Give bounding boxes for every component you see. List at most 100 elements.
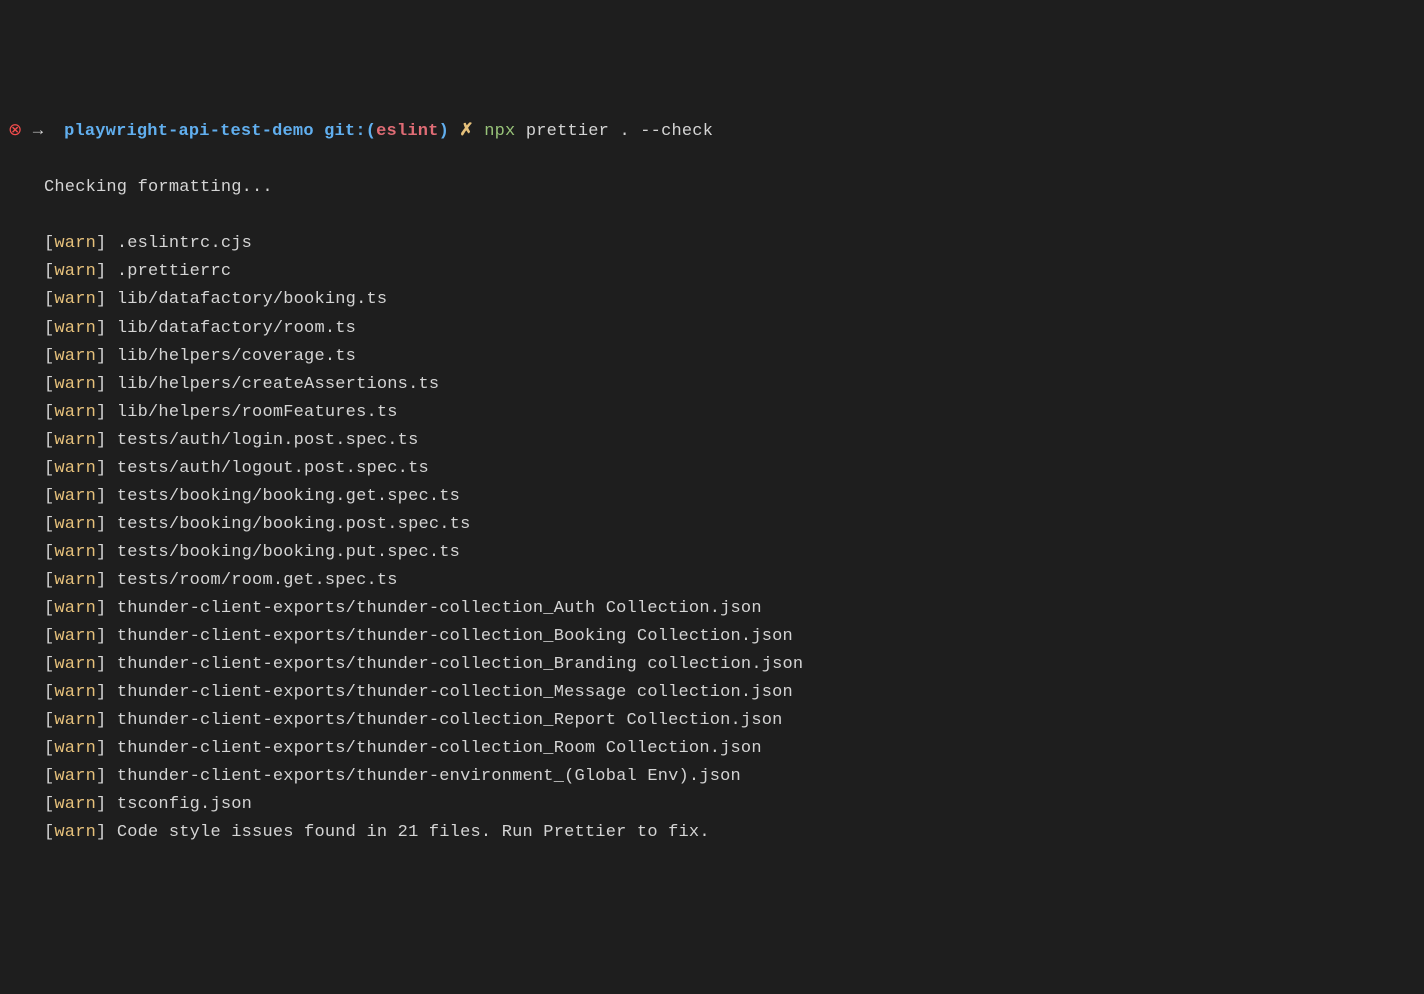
bracket-open: [	[44, 767, 54, 786]
warn-line: [warn] tests/auth/logout.post.spec.ts	[8, 455, 1416, 483]
bracket-open: [	[44, 487, 54, 506]
warn-file: .prettierrc	[117, 262, 231, 281]
warn-tag: warn	[54, 683, 96, 702]
warn-tag: warn	[54, 627, 96, 646]
warn-tag: warn	[54, 319, 96, 338]
warn-file: lib/datafactory/booking.ts	[117, 290, 387, 309]
bracket-close: ]	[96, 795, 117, 814]
bracket-open: [	[44, 711, 54, 730]
bracket-close: ]	[96, 319, 117, 338]
warnings-list: [warn] .eslintrc.cjs[warn] .prettierrc[w…	[8, 230, 1416, 847]
warn-line: [warn] thunder-client-exports/thunder-co…	[8, 679, 1416, 707]
bracket-close: ]	[96, 487, 117, 506]
warn-file: lib/helpers/createAssertions.ts	[117, 375, 439, 394]
warn-line: [warn] thunder-client-exports/thunder-co…	[8, 623, 1416, 651]
warn-file: thunder-client-exports/thunder-environme…	[117, 767, 741, 786]
bracket-open: [	[44, 347, 54, 366]
bracket-close: ]	[96, 431, 117, 450]
bracket-close: ]	[96, 262, 117, 281]
warn-tag: warn	[54, 739, 96, 758]
bracket-open: [	[44, 823, 54, 842]
bracket-close: ]	[96, 403, 117, 422]
bracket-close: ]	[96, 627, 117, 646]
warn-line: [warn] tsconfig.json	[8, 791, 1416, 819]
warn-file: lib/helpers/coverage.ts	[117, 347, 356, 366]
bracket-open: [	[44, 375, 54, 394]
warn-tag: warn	[54, 262, 96, 281]
bracket-close: ]	[96, 375, 117, 394]
bracket-open: [	[44, 683, 54, 702]
warn-tag: warn	[54, 431, 96, 450]
command-npx: npx	[484, 122, 515, 141]
bracket-close: ]	[96, 515, 117, 534]
bracket-close: ]	[96, 767, 117, 786]
warn-tag: warn	[54, 234, 96, 253]
command-args: prettier . --check	[526, 122, 713, 141]
warn-line: [warn] lib/helpers/roomFeatures.ts	[8, 399, 1416, 427]
bracket-close: ]	[96, 571, 117, 590]
warn-tag: warn	[54, 599, 96, 618]
warn-line: [warn] tests/booking/booking.put.spec.ts	[8, 539, 1416, 567]
warn-line: [warn] lib/helpers/coverage.ts	[8, 343, 1416, 371]
warn-tag: warn	[54, 711, 96, 730]
status-error-icon: ⊗	[8, 122, 22, 141]
bracket-close: ]	[96, 739, 117, 758]
warn-file: thunder-client-exports/thunder-collectio…	[117, 739, 762, 758]
warn-line: [warn] tests/auth/login.post.spec.ts	[8, 427, 1416, 455]
warn-file: thunder-client-exports/thunder-collectio…	[117, 711, 783, 730]
bracket-open: [	[44, 627, 54, 646]
warn-line: [warn] .prettierrc	[8, 258, 1416, 286]
warn-tag: warn	[54, 375, 96, 394]
warn-file: tests/room/room.get.spec.ts	[117, 571, 398, 590]
bracket-close: ]	[96, 599, 117, 618]
bracket-close: ]	[96, 655, 117, 674]
bracket-open: [	[44, 431, 54, 450]
warn-line: [warn] lib/datafactory/booking.ts	[8, 286, 1416, 314]
warn-line: [warn] tests/room/room.get.spec.ts	[8, 567, 1416, 595]
bracket-open: [	[44, 515, 54, 534]
bracket-open: [	[44, 234, 54, 253]
warn-file: thunder-client-exports/thunder-collectio…	[117, 627, 793, 646]
bracket-open: [	[44, 571, 54, 590]
warn-file: tests/booking/booking.get.spec.ts	[117, 487, 460, 506]
prompt-line[interactable]: ⊗ → playwright-api-test-demo git:(eslint…	[8, 118, 1416, 146]
warn-file: tests/auth/logout.post.spec.ts	[117, 459, 429, 478]
warn-tag: warn	[54, 571, 96, 590]
bracket-open: [	[44, 739, 54, 758]
git-branch: eslint	[376, 122, 438, 141]
warn-file: thunder-client-exports/thunder-collectio…	[117, 599, 762, 618]
checking-text: Checking formatting...	[8, 178, 273, 197]
warn-line: [warn] lib/datafactory/room.ts	[8, 315, 1416, 343]
warn-file: lib/helpers/roomFeatures.ts	[117, 403, 398, 422]
warn-tag: warn	[54, 823, 96, 842]
warn-tag: warn	[54, 767, 96, 786]
warn-line: [warn] thunder-client-exports/thunder-co…	[8, 595, 1416, 623]
bracket-open: [	[44, 543, 54, 562]
prompt-arrow-icon: →	[33, 122, 43, 141]
git-label: git:	[324, 122, 366, 141]
dirty-symbol-icon: ✗	[459, 122, 473, 141]
warn-tag: warn	[54, 347, 96, 366]
git-paren-close: )	[439, 122, 449, 141]
bracket-open: [	[44, 655, 54, 674]
warn-file: tests/auth/login.post.spec.ts	[117, 431, 419, 450]
warn-line: [warn] .eslintrc.cjs	[8, 230, 1416, 258]
warn-line: [warn] lib/helpers/createAssertions.ts	[8, 371, 1416, 399]
warn-line: [warn] tests/booking/booking.get.spec.ts	[8, 483, 1416, 511]
bracket-close: ]	[96, 711, 117, 730]
warn-file: tests/booking/booking.put.spec.ts	[117, 543, 460, 562]
bracket-open: [	[44, 795, 54, 814]
warn-tag: warn	[54, 515, 96, 534]
warn-file: thunder-client-exports/thunder-collectio…	[117, 655, 804, 674]
bracket-close: ]	[96, 823, 117, 842]
warn-file: tsconfig.json	[117, 795, 252, 814]
repo-name: playwright-api-test-demo	[64, 122, 314, 141]
warn-tag: warn	[54, 655, 96, 674]
bracket-open: [	[44, 459, 54, 478]
bracket-close: ]	[96, 683, 117, 702]
warn-tag: warn	[54, 403, 96, 422]
warn-tag: warn	[54, 290, 96, 309]
bracket-open: [	[44, 403, 54, 422]
warn-line: [warn] thunder-client-exports/thunder-co…	[8, 651, 1416, 679]
warn-tag: warn	[54, 543, 96, 562]
